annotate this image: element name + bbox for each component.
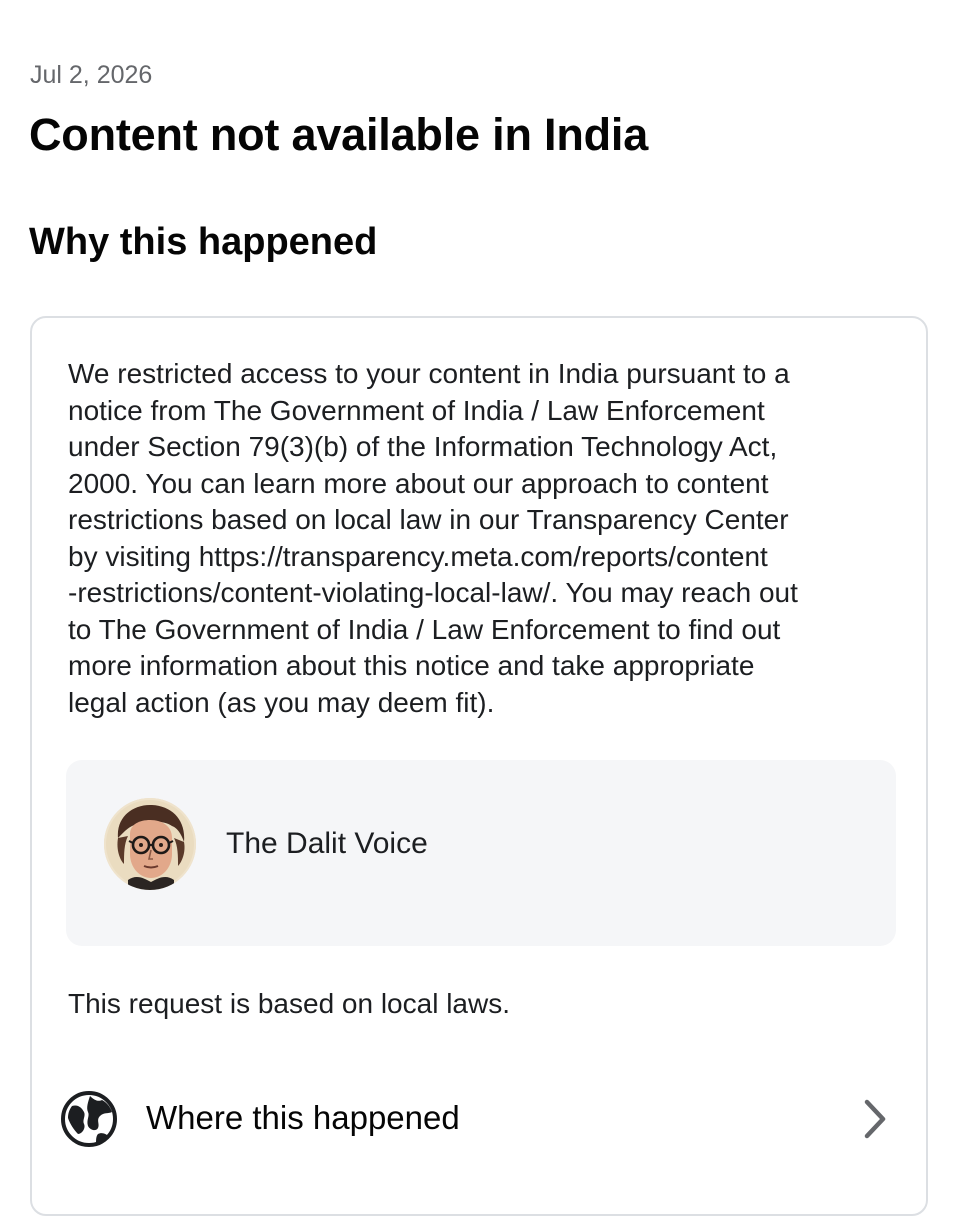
notice-line: under Section 79(3)(b) of the Informatio… [68,431,778,462]
notice-line: 2000. You can learn more about our appro… [68,467,769,499]
notice-date: Jul 2, 2026 [30,61,153,89]
account-preview: The Dalit Voice [66,760,896,946]
notice-line: to The Government of India / Law Enforce… [68,613,781,645]
account-name: The Dalit Voice [226,827,428,860]
notice-card: We restricted access to your content in … [30,316,928,1216]
globe-icon [61,1091,117,1147]
avatar [104,798,196,890]
section-title: Why this happened [29,221,378,263]
notice-line: notice from The Government of India / La… [68,394,765,426]
request-basis-text: This request is based on local laws. [68,988,510,1019]
where-this-happened-row[interactable]: Where this happened [32,1078,926,1158]
notice-line: legal action (as you may deem fit). [68,686,495,718]
notice-line: restrictions based on local law in our T… [68,504,789,535]
where-this-happened-label: Where this happened [146,1099,460,1136]
notice-line: more information about this notice and t… [68,650,755,681]
notice-line: by visiting https://transparency.meta.co… [68,540,768,572]
notice-line: -restrictions/content-violating-local-la… [68,577,798,608]
notice-text: We restricted access to your content in … [68,356,898,721]
notice-line: We restricted access to your content in … [68,358,790,389]
page-title: Content not available in India [29,109,649,160]
chevron-right-icon[interactable] [858,1094,892,1144]
portrait-icon [104,798,196,890]
